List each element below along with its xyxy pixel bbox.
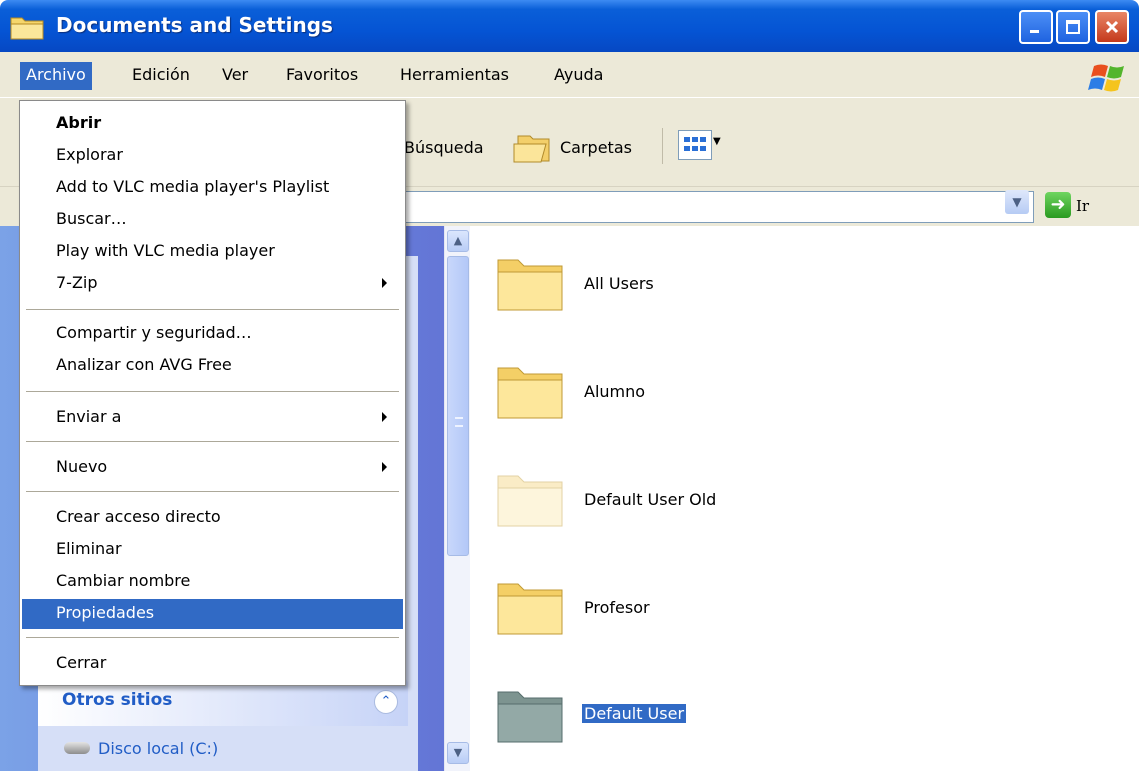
folders-button[interactable]: Carpetas — [560, 138, 632, 157]
menu-separator — [26, 491, 399, 492]
file-menu-dropdown: Abrir Explorar Add to VLC media player's… — [19, 100, 406, 686]
views-dropdown-icon[interactable]: ▼ — [713, 136, 721, 147]
scroll-down-icon[interactable]: ▼ — [447, 742, 469, 764]
folder-icon[interactable] — [494, 574, 566, 638]
menu-item-explorar[interactable]: Explorar — [22, 141, 403, 171]
menu-item-propiedades[interactable]: Propiedades — [22, 599, 403, 629]
go-arrow-icon[interactable]: ➜ — [1045, 192, 1071, 218]
maximize-icon — [1066, 20, 1080, 34]
views-icon — [684, 137, 706, 151]
menu-ayuda[interactable]: Ayuda — [548, 62, 609, 90]
menu-favoritos[interactable]: Favoritos — [280, 62, 364, 90]
scroll-thumb[interactable] — [447, 256, 469, 556]
menu-separator — [26, 637, 399, 638]
menu-item-abrir[interactable]: Abrir — [22, 109, 403, 139]
menu-separator — [26, 441, 399, 442]
menu-item-avg[interactable]: Analizar con AVG Free — [22, 351, 403, 381]
folder-label[interactable]: Default User Old — [582, 490, 718, 509]
folder-label[interactable]: Alumno — [582, 382, 647, 401]
search-button[interactable]: Búsqueda — [404, 138, 484, 157]
local-disk-label: Disco local (C:) — [98, 738, 219, 758]
submenu-arrow-icon — [382, 412, 387, 422]
menu-item-nuevo-label: Nuevo — [56, 457, 108, 476]
scroll-up-icon[interactable]: ▲ — [447, 230, 469, 252]
menu-bar: Archivo Edición Ver Favoritos Herramient… — [0, 52, 1139, 98]
menu-archivo[interactable]: Archivo — [20, 62, 92, 90]
local-disk-link[interactable]: Disco local (C:) — [64, 736, 218, 760]
toolbar-separator — [662, 128, 663, 164]
collapse-chevron-icon[interactable]: ⌃ — [374, 690, 398, 714]
folder-icon — [10, 17, 44, 40]
windows-logo-icon — [1088, 64, 1124, 92]
menu-edicion[interactable]: Edición — [126, 62, 196, 90]
hard-drive-icon — [64, 742, 90, 754]
menu-item-buscar[interactable]: Buscar… — [22, 205, 403, 235]
folder-label[interactable]: All Users — [582, 274, 656, 293]
menu-item-add-to-vlc[interactable]: Add to VLC media player's Playlist — [22, 173, 403, 203]
views-button[interactable] — [678, 130, 712, 160]
menu-item-nuevo[interactable]: Nuevo — [22, 453, 403, 483]
vertical-scrollbar[interactable]: ▲ ▼ — [444, 226, 470, 771]
title-bar[interactable]: Documents and Settings — [0, 0, 1139, 52]
submenu-arrow-icon — [382, 278, 387, 288]
menu-item-compartir[interactable]: Compartir y seguridad… — [22, 319, 403, 349]
go-button[interactable]: Ir — [1076, 197, 1089, 215]
menu-separator — [26, 309, 399, 310]
menu-ver[interactable]: Ver — [216, 62, 254, 90]
scroll-grip — [455, 417, 463, 427]
folder-label[interactable]: Profesor — [582, 598, 652, 617]
folder-icon[interactable] — [494, 250, 566, 314]
menu-separator — [26, 391, 399, 392]
menu-item-enviar-a[interactable]: Enviar a — [22, 403, 403, 433]
menu-item-enviar-a-label: Enviar a — [56, 407, 122, 426]
minimize-icon — [1030, 30, 1039, 33]
folder-icon[interactable] — [494, 358, 566, 422]
menu-item-7zip[interactable]: 7-Zip — [22, 269, 403, 299]
close-button[interactable] — [1095, 10, 1129, 44]
submenu-arrow-icon — [382, 462, 387, 472]
address-input[interactable] — [404, 191, 1034, 223]
address-dropdown-icon[interactable]: ▼ — [1005, 190, 1029, 214]
menu-item-eliminar[interactable]: Eliminar — [22, 535, 403, 565]
menu-item-cambiar-nombre[interactable]: Cambiar nombre — [22, 567, 403, 597]
minimize-button[interactable] — [1019, 10, 1053, 44]
folders-icon[interactable] — [512, 130, 554, 166]
menu-herramientas[interactable]: Herramientas — [394, 62, 515, 90]
maximize-button[interactable] — [1056, 10, 1090, 44]
window-title: Documents and Settings — [56, 13, 333, 37]
close-icon — [1105, 20, 1119, 34]
folder-icon[interactable] — [494, 466, 566, 530]
menu-item-play-vlc[interactable]: Play with VLC media player — [22, 237, 403, 267]
menu-item-crear-acceso[interactable]: Crear acceso directo — [22, 503, 403, 533]
menu-item-7zip-label: 7-Zip — [56, 273, 98, 292]
folder-icon[interactable] — [494, 682, 566, 746]
folder-label[interactable]: Default User — [582, 704, 687, 723]
other-places-title: Otros sitios — [62, 690, 173, 710]
file-list: All Users Alumno Default User Old Profes… — [470, 226, 1139, 771]
menu-item-cerrar[interactable]: Cerrar — [22, 649, 403, 679]
